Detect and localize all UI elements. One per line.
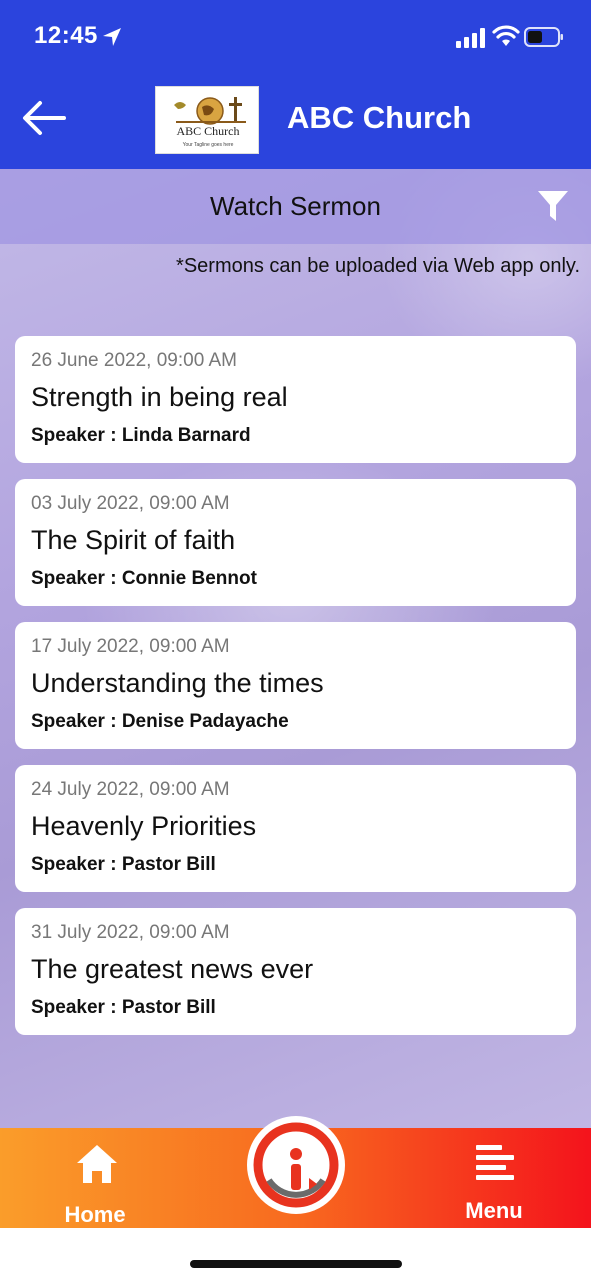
battery-icon [524,27,563,47]
sermon-date: 24 July 2022, 09:00 AM [31,779,230,800]
menu-icon [476,1145,514,1180]
sermon-card[interactable]: 17 July 2022, 09:00 AM Understanding the… [15,622,576,749]
status-time: 12:45 [34,22,98,49]
sermon-speaker: Speaker : Connie Bennot [31,568,257,589]
sermon-date: 26 June 2022, 09:00 AM [31,350,237,371]
sermon-speaker: Speaker : Pastor Bill [31,997,216,1018]
wifi-icon [492,25,520,46]
church-logo: ABC Church Your Tagline goes here [155,86,259,154]
sermon-speaker: Speaker : Denise Padayache [31,711,289,732]
logo-name: ABC Church [177,124,240,138]
sermon-speaker: Speaker : Linda Barnard [31,425,251,446]
nav-menu-button[interactable]: Menu [454,1138,534,1224]
menu-label: Menu [465,1198,523,1223]
sermon-speaker: Speaker : Pastor Bill [31,854,216,875]
page-title: Watch Sermon [210,191,381,221]
sermon-card[interactable]: 24 July 2022, 09:00 AM Heavenly Prioriti… [15,765,576,892]
status-bar: 12:45 [0,0,591,76]
logo-tagline: Your Tagline goes here [183,142,234,148]
signal-icon [456,28,485,48]
home-indicator[interactable] [190,1260,402,1268]
sermon-title: The Spirit of faith [31,525,236,555]
sermon-date: 17 July 2022, 09:00 AM [31,636,230,657]
home-label: Home [64,1202,126,1227]
nav-center-button[interactable] [247,1116,345,1214]
sermon-title: Heavenly Priorities [31,811,257,841]
page-title-bar: Watch Sermon [0,169,591,244]
sermon-title: Understanding the times [31,668,324,698]
sermon-title: Strength in being real [31,382,288,412]
upload-notice: *Sermons can be uploaded via Web app onl… [176,255,580,277]
sermon-content: Watch Sermon *Sermons can be uploaded vi… [0,169,591,1129]
sermon-card[interactable]: 26 June 2022, 09:00 AM Strength in being… [15,336,576,463]
app-title: ABC Church [287,100,472,135]
location-arrow-icon [103,28,121,46]
sermon-card[interactable]: 03 July 2022, 09:00 AM The Spirit of fai… [15,479,576,606]
sermon-date: 03 July 2022, 09:00 AM [31,493,230,514]
app-logo-icon [253,1122,339,1208]
app-header: 12:45 ABC Church Your Tagline goes here … [0,0,591,169]
nav-home-button[interactable]: Home [52,1138,138,1227]
sermon-card[interactable]: 31 July 2022, 09:00 AM The greatest news… [15,908,576,1035]
home-icon [77,1145,117,1183]
bottom-nav: Home Menu [0,1116,591,1228]
sermon-title: The greatest news ever [31,954,314,984]
sermon-date: 31 July 2022, 09:00 AM [31,922,230,943]
filter-icon[interactable] [536,189,570,223]
back-arrow-icon[interactable] [20,98,68,138]
